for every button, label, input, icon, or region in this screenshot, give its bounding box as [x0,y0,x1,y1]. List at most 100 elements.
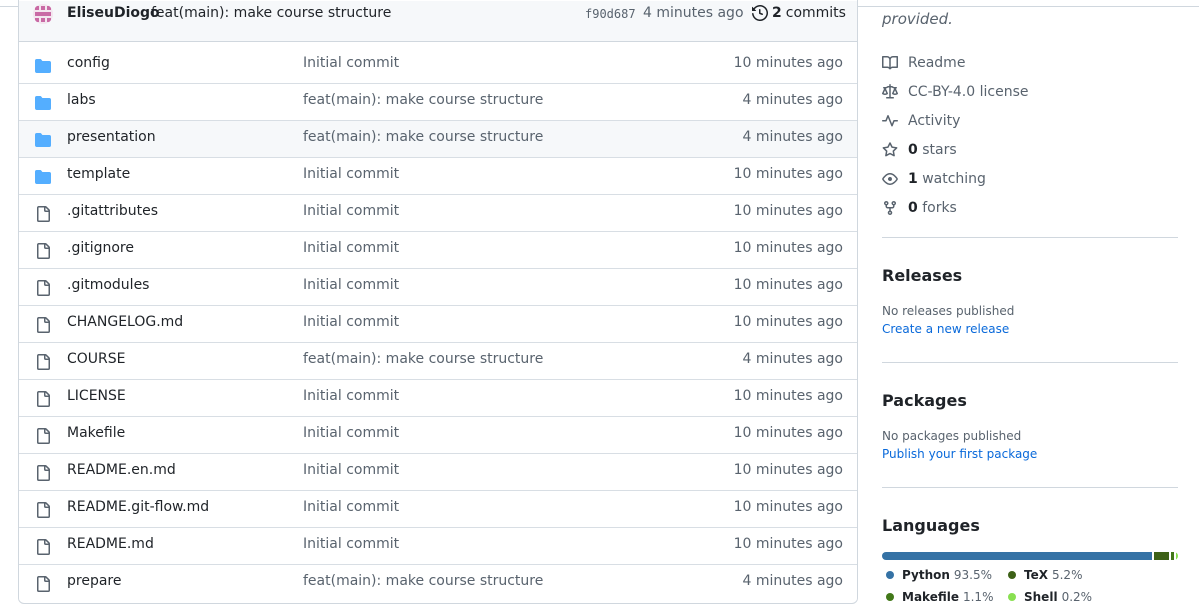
divider [882,362,1178,363]
file-icon [35,391,51,407]
file-icon [35,243,51,259]
folder-icon [35,132,51,148]
readme-link[interactable]: Readme [882,48,1028,77]
file-commit-time: 10 minutes ago [733,166,843,182]
file-name-link[interactable]: COURSE [67,351,126,367]
forks-count: 0 [908,199,918,216]
file-commit-message-link[interactable]: Initial commit [303,499,399,515]
file-name-link[interactable]: CHANGELOG.md [67,314,183,330]
file-commit-message-link[interactable]: Initial commit [303,536,399,552]
watching-link[interactable]: 1 watching [882,164,1028,193]
commit-author-link[interactable]: EliseuDiogo [67,5,160,21]
file-commit-message-link[interactable]: feat(main): make course structure [303,351,543,367]
watching-count: 1 [908,170,918,187]
language-bar [882,552,1178,560]
language-item[interactable]: TeX 5.2% [1008,568,1082,582]
divider [882,487,1178,488]
file-commit-message-link[interactable]: Initial commit [303,277,399,293]
file-row[interactable]: Makefile Initial commit 10 minutes ago [19,417,857,454]
file-name-link[interactable]: presentation [67,129,156,145]
file-commit-time: 4 minutes ago [742,129,843,145]
language-item[interactable]: Python 93.5% [886,568,992,582]
file-row[interactable]: template Initial commit 10 minutes ago [19,158,857,195]
folder-icon [35,169,51,185]
packages-heading[interactable]: Packages [882,391,967,410]
eye-icon [882,172,898,185]
file-commit-message-link[interactable]: Initial commit [303,462,399,478]
file-row[interactable]: .gitignore Initial commit 10 minutes ago [19,232,857,269]
file-name-link[interactable]: labs [67,92,96,108]
file-name-link[interactable]: LICENSE [67,388,126,404]
file-commit-time: 4 minutes ago [742,92,843,108]
language-percent: 5.2% [1051,568,1083,582]
commit-message-link[interactable]: feat(main): make course structure [151,5,391,21]
stars-link[interactable]: 0 stars [882,135,1028,164]
book-icon [882,55,898,69]
file-commit-message-link[interactable]: feat(main): make course structure [303,92,543,108]
commit-history-link[interactable]: 2 commits [752,5,846,21]
readme-label: Readme [908,54,966,71]
file-row[interactable]: README.md Initial commit 10 minutes ago [19,528,857,565]
divider [882,237,1178,238]
stars-label: stars [922,141,957,158]
file-name-link[interactable]: .gitignore [67,240,134,256]
languages-heading: Languages [882,516,980,535]
file-icon [35,502,51,518]
forks-link[interactable]: 0 forks [882,193,1028,222]
file-name-link[interactable]: template [67,166,130,182]
file-commit-time: 10 minutes ago [733,277,843,293]
file-commit-message-link[interactable]: feat(main): make course structure [303,573,543,589]
file-row[interactable]: prepare feat(main): make course structure… [19,565,857,601]
language-color-dot [886,593,894,601]
file-icon [35,428,51,444]
file-commit-message-link[interactable]: Initial commit [303,166,399,182]
releases-heading[interactable]: Releases [882,266,962,285]
create-release-link[interactable]: Create a new release [882,322,1009,336]
file-commit-message-link[interactable]: Initial commit [303,55,399,71]
file-commit-message-link[interactable]: Initial commit [303,240,399,256]
file-name-link[interactable]: .gitmodules [67,277,149,293]
file-icon [35,354,51,370]
file-name-link[interactable]: prepare [67,573,121,589]
commit-time: 4 minutes ago [643,5,744,21]
file-row[interactable]: labs feat(main): make course structure 4 m… [19,84,857,121]
file-row[interactable]: CHANGELOG.md Initial commit 10 minutes ago [19,306,857,343]
commit-sha-link[interactable]: f90d687 [585,7,636,21]
file-table: EliseuDiogo feat(main): make course stru… [18,0,858,604]
fork-icon [884,200,896,215]
file-row[interactable]: README.git-flow.md Initial commit 10 minut… [19,491,857,528]
publish-package-link[interactable]: Publish your first package [882,447,1037,461]
file-row[interactable]: .gitattributes Initial commit 10 minutes a… [19,195,857,232]
star-icon [882,141,898,156]
file-commit-time: 10 minutes ago [733,425,843,441]
file-commit-time: 10 minutes ago [733,462,843,478]
language-item[interactable]: Makefile 1.1% [886,590,993,604]
file-list: config Initial commit 10 minutes ago labs fe… [19,47,857,601]
file-name-link[interactable]: README.en.md [67,462,176,478]
file-row[interactable]: presentation feat(main): make course stru… [19,121,857,158]
file-commit-message-link[interactable]: Initial commit [303,425,399,441]
language-bar-segment [1170,552,1174,560]
file-name-link[interactable]: config [67,55,110,71]
language-item[interactable]: Shell 0.2% [1008,590,1092,604]
file-row[interactable]: LICENSE Initial commit 10 minutes ago [19,380,857,417]
license-link[interactable]: CC-BY-4.0 license [882,77,1028,106]
activity-link[interactable]: Activity [882,106,1028,135]
file-row[interactable]: .gitmodules Initial commit 10 minutes ago [19,269,857,306]
file-row[interactable]: COURSE feat(main): make course structure 4… [19,343,857,380]
file-commit-time: 4 minutes ago [742,351,843,367]
file-name-link[interactable]: Makefile [67,425,125,441]
file-commit-message-link[interactable]: Initial commit [303,388,399,404]
file-commit-message-link[interactable]: Initial commit [303,314,399,330]
avatar[interactable] [33,4,53,24]
file-row[interactable]: config Initial commit 10 minutes ago [19,47,857,84]
file-commit-time: 10 minutes ago [733,203,843,219]
file-name-link[interactable]: README.git-flow.md [67,499,209,515]
file-name-link[interactable]: README.md [67,536,154,552]
file-name-link[interactable]: .gitattributes [67,203,158,219]
file-commit-message-link[interactable]: feat(main): make course structure [303,129,543,145]
folder-icon [35,58,51,74]
file-commit-message-link[interactable]: Initial commit [303,203,399,219]
file-row[interactable]: README.en.md Initial commit 10 minutes ago [19,454,857,491]
pulse-icon [882,114,898,126]
